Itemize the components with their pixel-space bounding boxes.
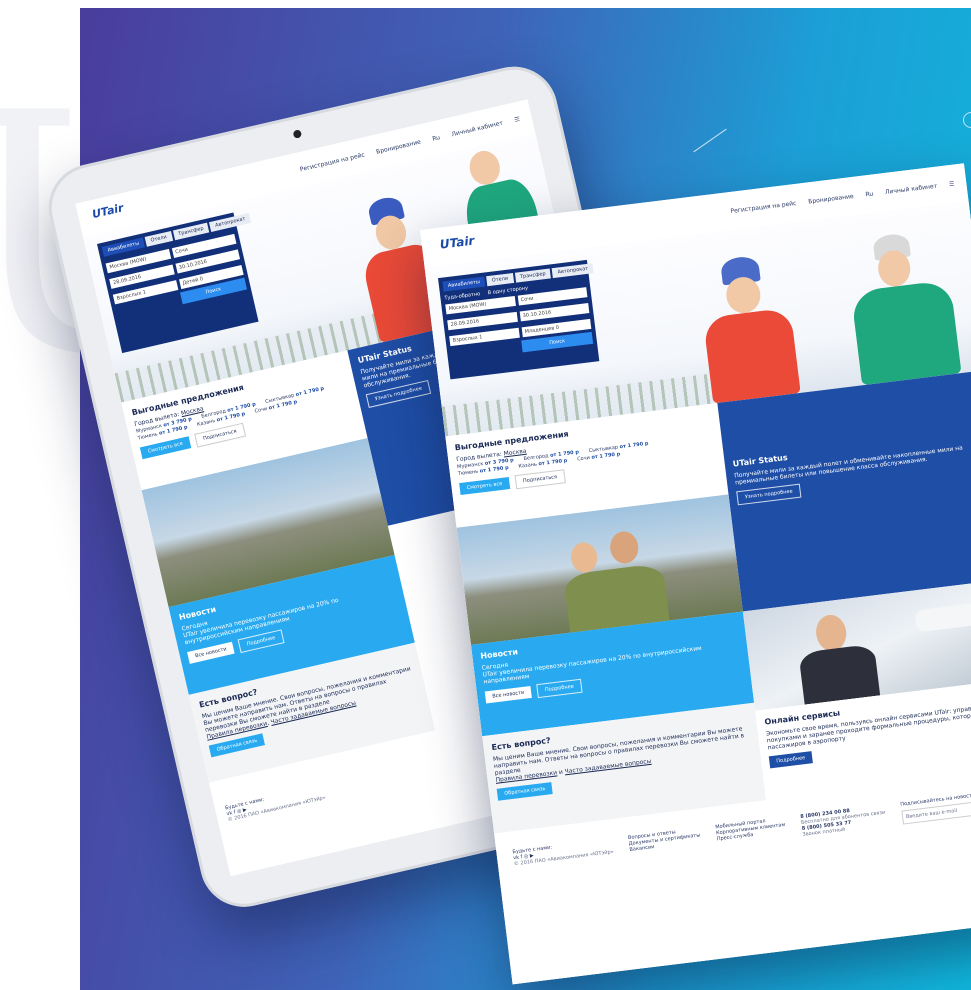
news-more-button[interactable]: Подробнее: [536, 678, 583, 699]
tab-hotels[interactable]: Отели: [144, 231, 173, 247]
news-all-button[interactable]: Все новости: [484, 685, 532, 704]
online-button[interactable]: Подробнее: [768, 751, 813, 769]
tab-cars[interactable]: Автопрокат: [552, 263, 594, 279]
nav-account[interactable]: Личный кабинет: [885, 182, 938, 195]
hamburger-icon[interactable]: ☰: [514, 115, 521, 123]
deals-subscribe-button[interactable]: Подписаться: [193, 422, 246, 448]
deals-subscribe-button[interactable]: Подписаться: [514, 469, 566, 490]
nav-account[interactable]: Личный кабинет: [451, 119, 504, 138]
footer-col-links1: Вопросы и ответы Документы и сертификаты…: [628, 826, 714, 956]
email-placeholder: Введите ваш e-mail: [905, 807, 958, 821]
hero-skier: [676, 249, 822, 406]
deals-all-button[interactable]: Смотреть все: [459, 477, 510, 496]
front-site: UTair Регистрация на рейс Бронирование R…: [420, 163, 971, 985]
camera-icon: [292, 129, 303, 139]
footer-col-social: Будьте с нами: vk f ◎ ▶ © 2016 ПАО «Авиа…: [512, 837, 627, 970]
status-card: UTair Status Получайте мили за каждый по…: [717, 369, 971, 612]
footer-col-links2: Мобильный портал Корпоративным клиентам …: [715, 816, 799, 946]
tab-transfer[interactable]: Трансфер: [514, 268, 552, 283]
tab-cars[interactable]: Автопрокат: [209, 212, 252, 232]
nav-lang[interactable]: Ru: [432, 134, 441, 143]
news-all-button[interactable]: Все новости: [187, 641, 235, 664]
tab-hotels[interactable]: Отели: [486, 273, 514, 287]
hamburger-icon[interactable]: ☰: [949, 180, 955, 188]
deals-all-button[interactable]: Смотреть все: [139, 436, 192, 460]
news-more-button[interactable]: Подробнее: [237, 629, 285, 654]
hero-skier-2: [825, 226, 971, 388]
nav-checkin[interactable]: Регистрация на рейс: [299, 151, 365, 173]
tab-flights[interactable]: Авиабилеты: [442, 276, 486, 292]
nav-checkin[interactable]: Регистрация на рейс: [730, 199, 797, 214]
footer-col-subscribe: Подписывайтесь на новости Введите ваш e-…: [900, 791, 971, 923]
nav-booking[interactable]: Бронирование: [808, 192, 854, 205]
status-button[interactable]: Узнать подробнее: [736, 483, 802, 506]
page-mockup: UTair Регистрация на рейс Бронирование R…: [420, 163, 971, 985]
footer-col-phones: 8 (800) 234 00 88 Бесплатно для абоненто…: [800, 804, 899, 935]
search-form: Авиабилеты Отели Трансфер Автопрокат Мос…: [96, 212, 259, 354]
nav-lang[interactable]: Ru: [865, 190, 873, 198]
search-form: Авиабилеты Отели Трансфер Автопрокат Туд…: [438, 259, 600, 380]
nav-booking[interactable]: Бронирование: [375, 138, 421, 155]
feedback-button[interactable]: Обратная связь: [496, 782, 554, 801]
